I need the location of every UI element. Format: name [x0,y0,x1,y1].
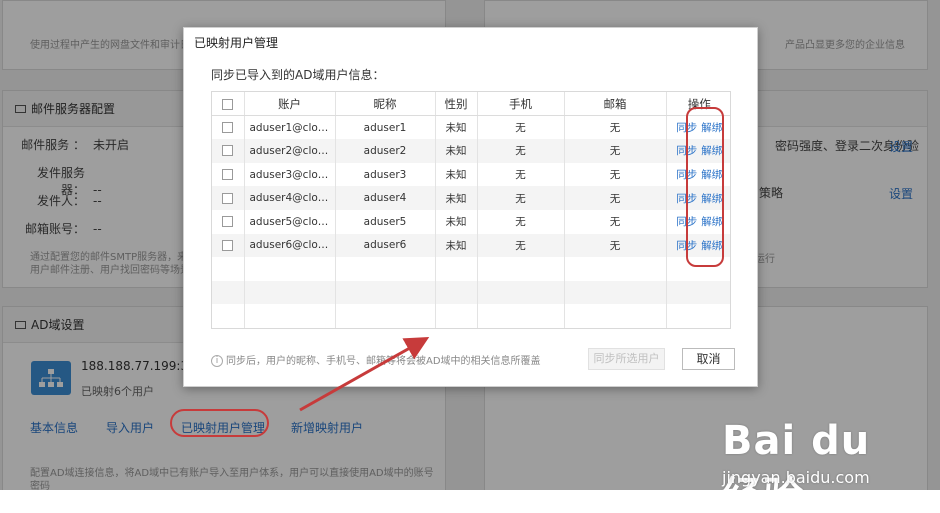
torn-paper-edge [0,490,940,513]
watermark-url: jingyan.baidu.com [722,468,870,487]
baidu-jingyan-watermark: Bai du 经验 jingyan.baidu.com [722,418,922,513]
